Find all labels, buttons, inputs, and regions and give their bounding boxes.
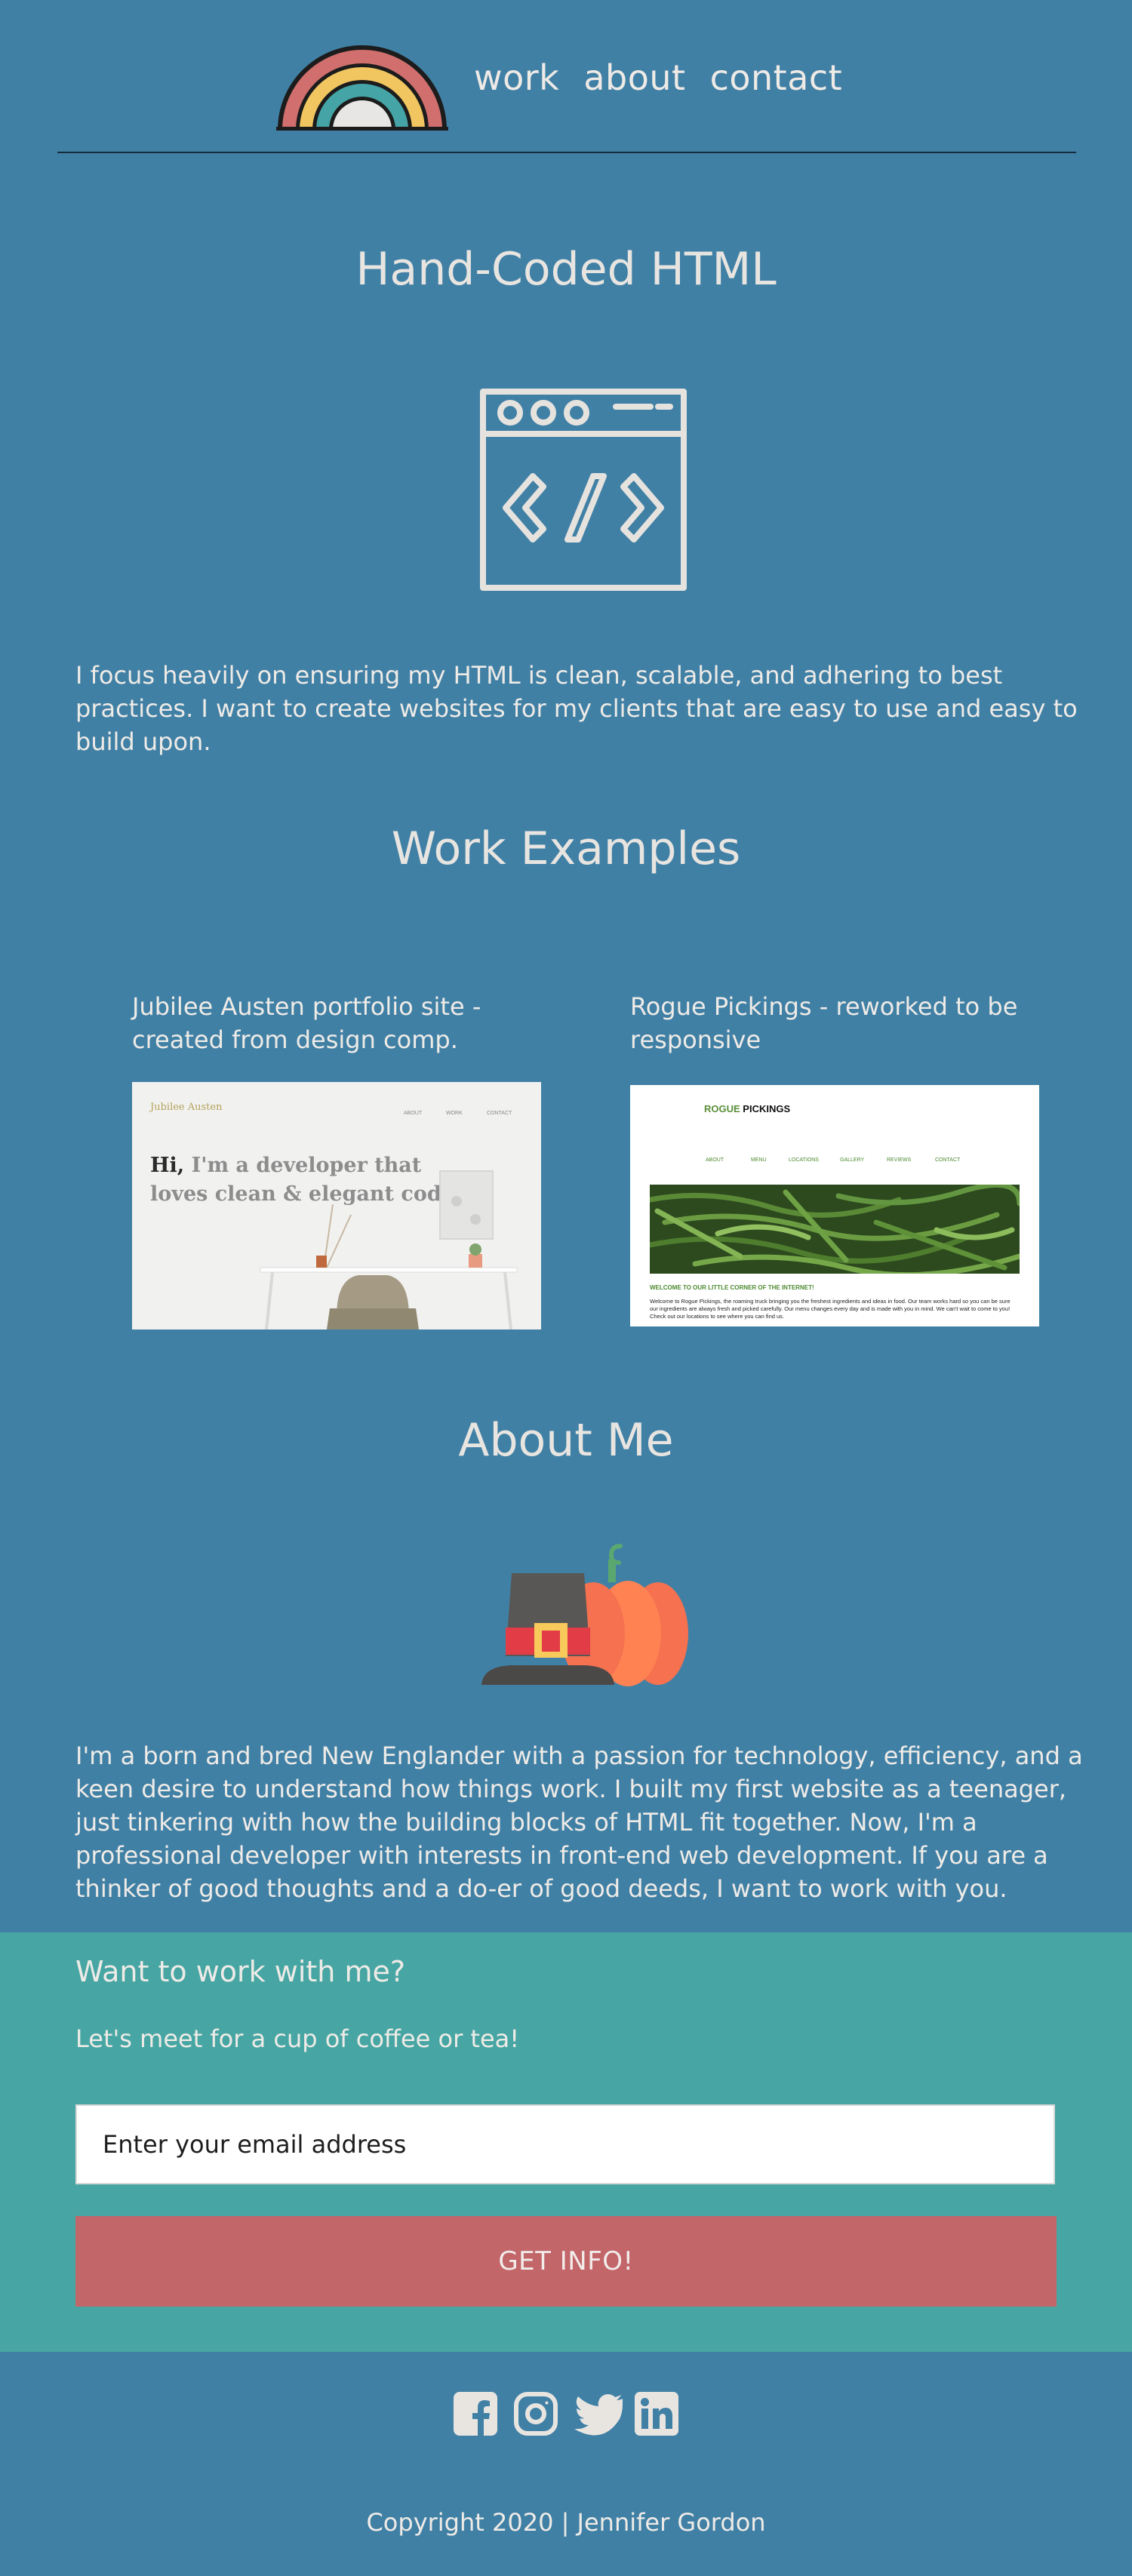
work-section-title: Work Examples bbox=[391, 822, 741, 875]
linkedin-icon[interactable] bbox=[635, 2392, 678, 2436]
header-divider bbox=[57, 152, 1076, 153]
rogue-pickings-screenshot[interactable]: ROGUE PICKINGS ABOUT MENU LOCATIONS GALL… bbox=[630, 1085, 1039, 1326]
pilgrim-hat-pumpkin-icon bbox=[481, 1544, 688, 1686]
work-item-title-rogue: Rogue Pickings - reworked to be responsi… bbox=[630, 992, 1018, 1054]
work-item-title-jubilee: Jubilee Austen portfolio site - created … bbox=[132, 992, 481, 1054]
about-section-title: About Me bbox=[458, 1414, 674, 1467]
copyright-text: Copyright 2020 | Jennifer Gordon bbox=[366, 2508, 766, 2537]
site-header: work about contact bbox=[0, 0, 1132, 155]
main-nav: work about contact bbox=[474, 57, 842, 98]
nav-link-contact[interactable]: contact bbox=[710, 57, 843, 98]
code-window-icon bbox=[480, 389, 687, 591]
desk-scene-image bbox=[260, 1170, 518, 1329]
about-section-text: I'm a born and bred New Englander with a… bbox=[75, 1741, 1083, 1903]
nav-link-about[interactable]: about bbox=[583, 57, 685, 98]
jubilee-screenshot[interactable]: Jubilee Austen ABOUT WORK CONTACT Hi, I'… bbox=[132, 1082, 541, 1329]
rogue-welcome-heading: WELCOME TO OUR LITTLE CORNER OF THE INTE… bbox=[650, 1284, 814, 1291]
rogue-brand: ROGUE PICKINGS bbox=[704, 1103, 791, 1114]
facebook-icon[interactable] bbox=[454, 2392, 497, 2436]
green-beans-image bbox=[650, 1185, 1020, 1274]
cta-subheading: Let's meet for a cup of coffee or tea! bbox=[75, 2024, 520, 2053]
get-info-button[interactable]: GET INFO! bbox=[75, 2216, 1057, 2307]
rogue-welcome-text: Welcome to Rogue Pickings, the roaming t… bbox=[650, 1298, 1010, 1320]
rogue-nav-menu: MENU bbox=[751, 1157, 767, 1163]
rogue-nav-contact: CONTACT bbox=[935, 1157, 961, 1163]
rogue-nav-about: ABOUT bbox=[706, 1157, 724, 1163]
cta-heading: Want to work with me? bbox=[75, 1955, 406, 1988]
rogue-nav-gallery: GALLERY bbox=[840, 1157, 865, 1163]
rogue-nav-reviews: REVIEWS bbox=[887, 1157, 912, 1163]
rainbow-logo-icon[interactable] bbox=[273, 35, 451, 131]
instagram-icon[interactable] bbox=[514, 2392, 558, 2436]
contact-cta-section: Want to work with me? Let's meet for a c… bbox=[0, 1932, 1132, 2352]
rogue-nav-locations: LOCATIONS bbox=[789, 1157, 819, 1163]
twitter-icon[interactable] bbox=[574, 2392, 627, 2436]
email-input[interactable] bbox=[75, 2104, 1055, 2184]
social-links bbox=[454, 2392, 678, 2436]
nav-link-work[interactable]: work bbox=[474, 57, 559, 98]
page: work about contact Hand-Coded HTML I foc… bbox=[0, 0, 1132, 2576]
html-section-title: Hand-Coded HTML bbox=[355, 243, 777, 296]
html-section-text: I focus heavily on ensuring my HTML is c… bbox=[75, 661, 1078, 756]
